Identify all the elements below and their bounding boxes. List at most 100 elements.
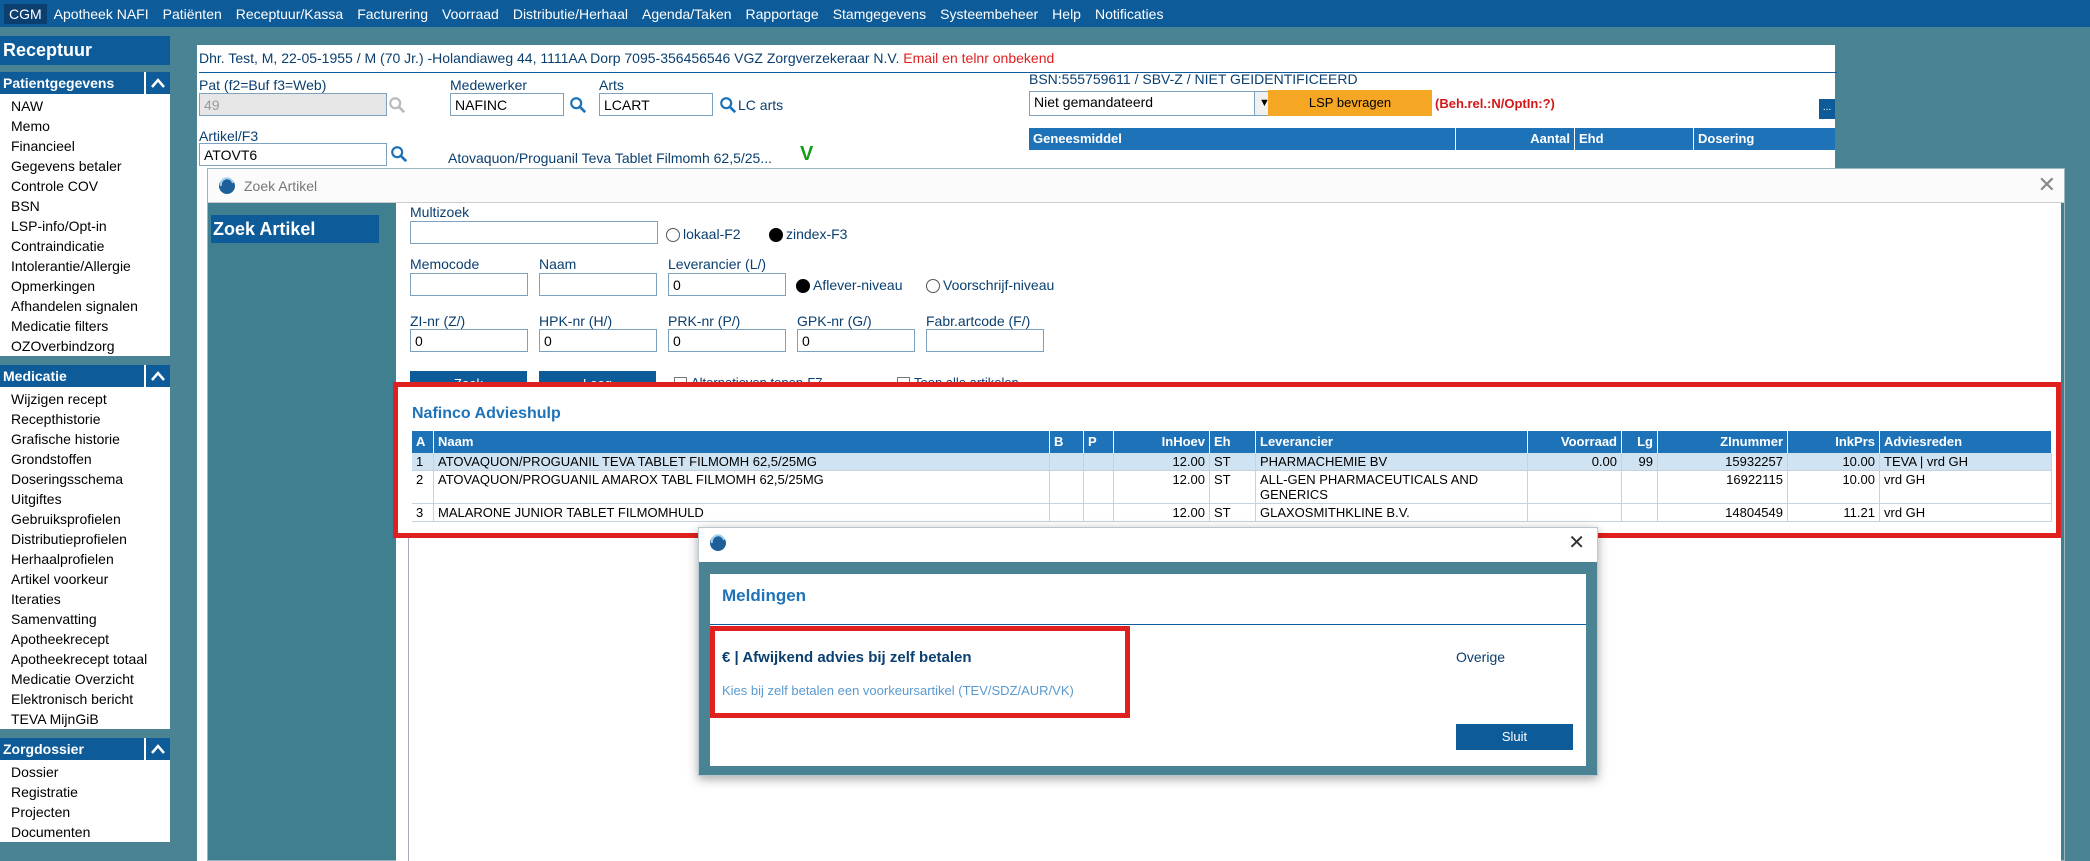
menu-systeembeheer[interactable]: Systeembeheer <box>933 6 1045 22</box>
search-icon[interactable] <box>390 145 408 163</box>
sidebar-item-controle-cov[interactable]: Controle COV <box>0 176 170 196</box>
search-icon[interactable] <box>569 96 587 114</box>
sidebar-item-distributieprofielen[interactable]: Distributieprofielen <box>0 529 170 549</box>
memocode-input[interactable] <box>410 273 528 296</box>
lsp-button[interactable]: LSP bevragen <box>1268 90 1432 116</box>
sidebar-section-label: Zorgdossier <box>3 741 84 757</box>
fabr-input[interactable] <box>926 329 1044 352</box>
col-a[interactable]: A <box>412 431 434 453</box>
sidebar-section-header[interactable]: Patientgegevens <box>0 72 170 94</box>
col-eh[interactable]: Eh <box>1210 431 1256 453</box>
sidebar-item-ozoverbindzorg[interactable]: OZOverbindzorg <box>0 336 170 356</box>
col-inkprs[interactable]: InkPrs <box>1788 431 1880 453</box>
sidebar-item-medicatie-filters[interactable]: Medicatie filters <box>0 316 170 336</box>
sidebar-section-header[interactable]: Medicatie <box>0 365 170 387</box>
medewerker-input[interactable] <box>450 93 564 116</box>
sidebar-item-recepthistorie[interactable]: Recepthistorie <box>0 409 170 429</box>
pat-input[interactable] <box>199 93 387 116</box>
sidebar-item-naw[interactable]: NAW <box>0 96 170 116</box>
sidebar-item-projecten[interactable]: Projecten <box>0 802 170 822</box>
table-row[interactable]: 1 ATOVAQUON/PROGUANIL TEVA TABLET FILMOMH… <box>412 453 2052 471</box>
sidebar-item-grondstoffen[interactable]: Grondstoffen <box>0 449 170 469</box>
sidebar-item-artikel-voorkeur[interactable]: Artikel voorkeur <box>0 569 170 589</box>
arts-input[interactable] <box>599 93 713 116</box>
naam-input[interactable] <box>539 273 657 296</box>
sidebar-item-samenvatting[interactable]: Samenvatting <box>0 609 170 629</box>
sidebar-item-wijzigen-recept[interactable]: Wijzigen recept <box>0 389 170 409</box>
hpk-input[interactable] <box>539 329 657 352</box>
col-adviesreden[interactable]: Adviesreden <box>1880 431 2052 453</box>
sidebar-item-gegevens-betaler[interactable]: Gegevens betaler <box>0 156 170 176</box>
col-naam[interactable]: Naam <box>434 431 1050 453</box>
col-inhoev[interactable]: InHoev <box>1114 431 1210 453</box>
sidebar-item-medicatie-overzicht[interactable]: Medicatie Overzicht <box>0 669 170 689</box>
menu-voorraad[interactable]: Voorraad <box>435 6 506 22</box>
sidebar-sections: Patientgegevens NAW Memo Financieel Gegevens… <box>0 72 170 851</box>
col-b[interactable]: B <box>1050 431 1084 453</box>
menu-apotheek-nafi[interactable]: Apotheek NAFI <box>47 6 156 22</box>
sidebar-item-apotheekrecept[interactable]: Apotheekrecept <box>0 629 170 649</box>
col-zinummer[interactable]: ZInummer <box>1658 431 1788 453</box>
sidebar-item-registratie[interactable]: Registratie <box>0 782 170 802</box>
chevron-up-icon[interactable] <box>144 72 170 94</box>
sidebar-item-gebruiksprofielen[interactable]: Gebruiksprofielen <box>0 509 170 529</box>
sidebar-item-financieel[interactable]: Financieel <box>0 136 170 156</box>
close-icon[interactable]: ✕ <box>2038 172 2056 198</box>
sidebar-item-doseringsschema[interactable]: Doseringsschema <box>0 469 170 489</box>
sidebar-item-memo[interactable]: Memo <box>0 116 170 136</box>
col-p[interactable]: P <box>1084 431 1114 453</box>
sidebar-section-header[interactable]: Zorgdossier <box>0 738 170 760</box>
sidebar-item-uitgiftes[interactable]: Uitgiftes <box>0 489 170 509</box>
radio-zindex[interactable]: zindex-F3 <box>769 226 847 243</box>
sidebar-item-elektronisch-bericht[interactable]: Elektronisch bericht <box>0 689 170 709</box>
radio-lokaal[interactable]: lokaal-F2 <box>666 226 741 243</box>
menu-cgm[interactable]: CGM <box>4 3 47 24</box>
col-leverancier[interactable]: Leverancier <box>1256 431 1528 453</box>
sidebar-item-dossier[interactable]: Dossier <box>0 762 170 782</box>
prk-input[interactable] <box>668 329 786 352</box>
chevron-up-icon[interactable] <box>144 365 170 387</box>
chevron-up-icon[interactable] <box>144 738 170 760</box>
gpk-input[interactable] <box>797 329 915 352</box>
sidebar-item-grafische-historie[interactable]: Grafische historie <box>0 429 170 449</box>
sidebar-item-opmerkingen[interactable]: Opmerkingen <box>0 276 170 296</box>
menu-receptuur-kassa[interactable]: Receptuur/Kassa <box>229 6 350 22</box>
sidebar-item-teva-mijngib[interactable]: TEVA MijnGiB <box>0 709 170 729</box>
sidebar-item-herhaalprofielen[interactable]: Herhaalprofielen <box>0 549 170 569</box>
menu-stamgegevens[interactable]: Stamgegevens <box>826 6 933 22</box>
sidebar-item-intolerantie-allergie[interactable]: Intolerantie/Allergie <box>0 256 170 276</box>
artikel-input[interactable] <box>199 143 387 166</box>
search-icon[interactable] <box>388 96 406 114</box>
menu-notificaties[interactable]: Notificaties <box>1088 6 1170 22</box>
sidebar-item-bsn[interactable]: BSN <box>0 196 170 216</box>
col-voorraad[interactable]: Voorraad <box>1528 431 1622 453</box>
cell-voorraad <box>1528 504 1622 521</box>
menu-distributie-herhaal[interactable]: Distributie/Herhaal <box>506 6 635 22</box>
sluit-button[interactable]: Sluit <box>1456 724 1573 750</box>
leverancier-input[interactable] <box>668 273 786 296</box>
table-row[interactable]: 2 ATOVAQUON/PROGUANIL AMAROX TABL FILMOMH… <box>412 471 2052 504</box>
radio-aflever[interactable]: Aflever-niveau <box>796 277 903 294</box>
sidebar-item-documenten[interactable]: Documenten <box>0 822 170 842</box>
menu-help[interactable]: Help <box>1045 6 1088 22</box>
menu-facturering[interactable]: Facturering <box>350 6 435 22</box>
menu-agenda-taken[interactable]: Agenda/Taken <box>635 6 739 22</box>
search-icon[interactable] <box>719 96 737 114</box>
sidebar-item-lsp-info-opt-in[interactable]: LSP-info/Opt-in <box>0 216 170 236</box>
sidebar-item-iteraties[interactable]: Iteraties <box>0 589 170 609</box>
more-button[interactable]: ... <box>1819 99 1835 119</box>
col-lg[interactable]: Lg <box>1622 431 1658 453</box>
radio-voorschrijf[interactable]: Voorschrijf-niveau <box>926 277 1054 294</box>
zi-input[interactable] <box>410 329 528 352</box>
sidebar-item-afhandelen-signalen[interactable]: Afhandelen signalen <box>0 296 170 316</box>
multizoek-input[interactable] <box>410 221 658 244</box>
cell-b <box>1050 504 1084 521</box>
sidebar-item-contraindicatie[interactable]: Contraindicatie <box>0 236 170 256</box>
menu-rapportage[interactable]: Rapportage <box>739 6 826 22</box>
table-row[interactable]: 3 MALARONE JUNIOR TABLET FILMOMHULD 12.00 S… <box>412 504 2052 522</box>
close-icon[interactable]: ✕ <box>1568 530 1585 555</box>
menu-pati-nten[interactable]: Patiënten <box>156 6 229 22</box>
sidebar-item-apotheekrecept-totaal[interactable]: Apotheekrecept totaal <box>0 649 170 669</box>
naam-label: Naam <box>539 256 577 272</box>
mandaat-select[interactable]: Niet gemandateerd ▼ <box>1029 91 1275 116</box>
